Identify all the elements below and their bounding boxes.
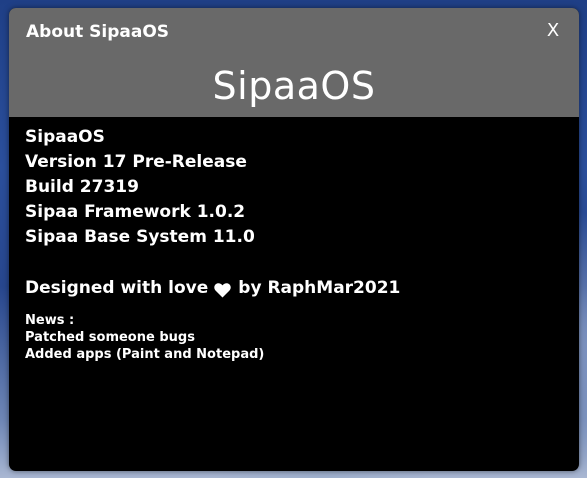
close-button[interactable]: X	[541, 19, 565, 43]
news-item: Added apps (Paint and Notepad)	[25, 347, 265, 362]
os-name: SipaaOS	[25, 127, 105, 147]
heart-icon	[214, 281, 231, 298]
os-version: Version 17 Pre-Release	[25, 152, 247, 172]
about-dialog: About SipaaOS X SipaaOS SipaaOS Version …	[9, 8, 579, 471]
framework-version: Sipaa Framework 1.0.2	[25, 202, 246, 222]
credits-prefix: Designed with love	[25, 278, 209, 298]
dialog-content: SipaaOS Version 17 Pre-Release Build 273…	[9, 117, 579, 363]
news-item: Patched someone bugs	[25, 330, 195, 345]
news-section: News : Patched someone bugs Added apps (…	[25, 312, 563, 363]
os-build: Build 27319	[25, 177, 139, 197]
dialog-title: About SipaaOS	[26, 22, 170, 42]
credits-suffix: by RaphMar2021	[238, 278, 401, 298]
os-logo-text: SipaaOS	[212, 64, 376, 108]
news-heading: News :	[25, 313, 75, 328]
base-system-version: Sipaa Base System 11.0	[25, 227, 255, 247]
credits-line: Designed with love by RaphMar2021	[25, 276, 563, 301]
dialog-header: About SipaaOS X SipaaOS	[9, 8, 579, 117]
